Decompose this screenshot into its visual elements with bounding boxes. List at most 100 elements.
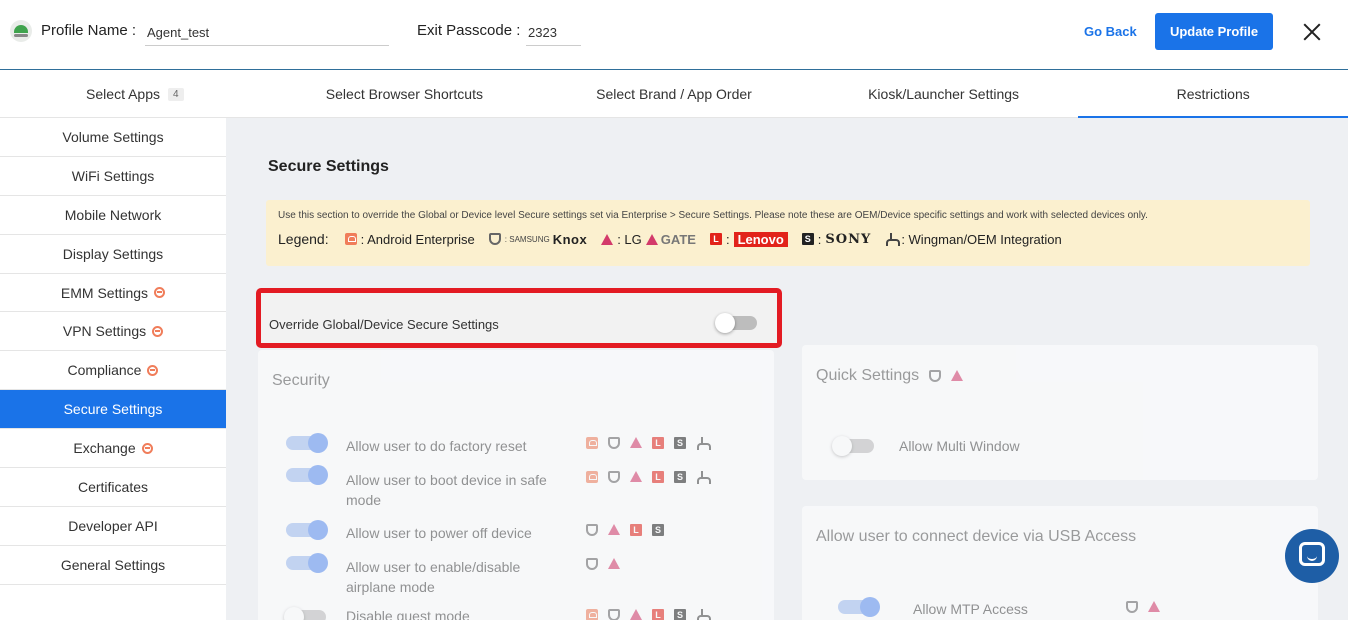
- lg-gate-icon: [601, 233, 614, 245]
- header: Profile Name : Exit Passcode : Go Back U…: [0, 0, 1348, 70]
- sidebar-item-wifi-settings[interactable]: WiFi Settings: [0, 157, 226, 196]
- lenovo-icon: L: [709, 233, 722, 245]
- legend-label: Legend:: [278, 231, 329, 247]
- lenovo-icon: L: [652, 608, 664, 620]
- multi-window-toggle[interactable]: [832, 436, 874, 456]
- sidebar-item-certificates[interactable]: Certificates: [0, 468, 226, 507]
- knox-shield-icon: [608, 436, 620, 449]
- chat-support-button[interactable]: [1285, 529, 1339, 583]
- android-enterprise-icon: [586, 608, 598, 620]
- lenovo-icon: L: [652, 436, 664, 449]
- knox-shield-icon: [929, 369, 942, 382]
- usb-access-card: Allow user to connect device via USB Acc…: [802, 506, 1318, 620]
- lg-gate-icon: [645, 233, 658, 245]
- android-enterprise-icon: [344, 233, 357, 245]
- profile-name-input[interactable]: [145, 20, 389, 46]
- safe-mode-label: Allow user to boot device in safe mode: [346, 472, 547, 508]
- tab-bar: Select Apps 4 Select Browser Shortcuts Se…: [0, 70, 1348, 119]
- sidebar: Volume Settings WiFi Settings Mobile Net…: [0, 118, 226, 620]
- mtp-access-oem-icons: [1126, 598, 1170, 616]
- sidebar-item-secure-settings[interactable]: Secure Settings: [0, 390, 226, 430]
- factory-reset-label: Allow user to do factory reset: [346, 438, 527, 454]
- sidebar-item-mobile-network[interactable]: Mobile Network: [0, 196, 226, 235]
- lg-gate-icon: [951, 370, 964, 382]
- sony-icon: S: [652, 523, 664, 536]
- tab-kiosk-launcher-settings[interactable]: Kiosk/Launcher Settings: [809, 70, 1079, 118]
- mtp-access-label: Allow MTP Access: [913, 601, 1028, 617]
- override-setting-box: Override Global/Device Secure Settings: [256, 288, 782, 348]
- sony-icon: S: [674, 608, 686, 620]
- tab-select-brand-app-order[interactable]: Select Brand / App Order: [539, 70, 809, 118]
- lg-gate-icon: [608, 524, 620, 536]
- power-off-oem-icons: LS: [586, 521, 674, 539]
- sidebar-item-display-settings[interactable]: Display Settings: [0, 235, 226, 274]
- factory-reset-toggle[interactable]: [286, 433, 328, 453]
- legend-knox: : SAMSUNG Knox: [488, 232, 587, 247]
- airplane-mode-oem-icons: [586, 555, 630, 573]
- sony-icon: S: [674, 470, 686, 483]
- mtp-access-toggle[interactable]: [838, 597, 880, 617]
- close-icon[interactable]: [1300, 20, 1324, 44]
- android-enterprise-icon: [152, 325, 164, 337]
- lg-gate-icon: [630, 437, 642, 449]
- legend-sony: S: SONY: [801, 232, 872, 247]
- security-card: Security Allow user to do factory reset …: [258, 350, 774, 620]
- quick-settings-title: Quick Settings: [816, 367, 973, 385]
- factory-reset-oem-icons: LS: [586, 434, 718, 452]
- exit-passcode-input[interactable]: [526, 20, 581, 46]
- guest-mode-toggle[interactable]: [284, 607, 326, 620]
- sidebar-item-developer-api[interactable]: Developer API: [0, 507, 226, 546]
- lenovo-icon: L: [652, 470, 664, 483]
- update-profile-button[interactable]: Update Profile: [1155, 13, 1273, 50]
- android-enterprise-icon: [586, 470, 598, 483]
- notice-text: Use this section to override the Global …: [278, 210, 1148, 221]
- tab-select-browser-shortcuts[interactable]: Select Browser Shortcuts: [270, 70, 540, 118]
- airplane-mode-label: Allow user to enable/disable airplane mo…: [346, 559, 521, 595]
- android-enterprise-icon: [147, 364, 159, 376]
- usb-access-title: Allow user to connect device via USB Acc…: [816, 528, 1137, 545]
- sidebar-item-general-settings[interactable]: General Settings: [0, 546, 226, 585]
- lg-gate-icon: [1148, 601, 1160, 613]
- sidebar-item-volume-settings[interactable]: Volume Settings: [0, 118, 226, 157]
- app-count-badge: 4: [167, 87, 184, 101]
- sidebar-item-emm-settings[interactable]: EMM Settings: [0, 274, 226, 313]
- knox-shield-icon: [488, 233, 501, 245]
- safe-mode-oem-icons: LS: [586, 468, 718, 486]
- safe-mode-toggle[interactable]: [286, 465, 328, 485]
- main-content: Secure Settings Use this section to over…: [226, 118, 1348, 620]
- knox-shield-icon: [1126, 600, 1138, 613]
- legend: Legend: : Android Enterprise : SAMSUNG Kn…: [278, 231, 1298, 247]
- legend-lenovo: L: Lenovo: [709, 231, 788, 247]
- android-enterprise-icon: [154, 287, 166, 298]
- quick-settings-card: Quick Settings Allow Multi Window: [802, 345, 1318, 480]
- wingman-icon: [696, 608, 711, 620]
- legend-android-enterprise: : Android Enterprise: [344, 232, 475, 247]
- lg-gate-icon: [608, 558, 620, 570]
- lg-gate-icon: [630, 471, 642, 483]
- sony-icon: S: [801, 233, 814, 245]
- power-off-toggle[interactable]: [286, 520, 328, 540]
- android-enterprise-icon: [586, 436, 598, 449]
- legend-wingman: : Wingman/OEM Integration: [885, 232, 1062, 247]
- guest-mode-label: Disable guest mode: [346, 608, 470, 620]
- wingman-icon: [696, 436, 711, 450]
- tab-select-apps[interactable]: Select Apps 4: [0, 70, 270, 118]
- notice-banner: Use this section to override the Global …: [266, 200, 1310, 266]
- override-toggle[interactable]: [715, 313, 757, 333]
- legend-lg: : LG GATE: [601, 232, 696, 247]
- sidebar-item-compliance[interactable]: Compliance: [0, 351, 226, 391]
- go-back-link[interactable]: Go Back: [1084, 24, 1137, 39]
- knox-shield-icon: [608, 608, 620, 620]
- knox-shield-icon: [586, 557, 598, 570]
- exit-passcode-label: Exit Passcode :: [417, 22, 521, 39]
- sidebar-item-vpn-settings[interactable]: VPN Settings: [0, 312, 226, 352]
- lenovo-icon: L: [630, 523, 642, 536]
- android-enterprise-icon: [141, 442, 153, 454]
- sidebar-item-exchange[interactable]: Exchange: [0, 429, 226, 469]
- tab-restrictions[interactable]: Restrictions: [1078, 70, 1348, 119]
- guest-mode-oem-icons: LS: [586, 606, 718, 620]
- chat-icon: [1299, 542, 1325, 566]
- lg-gate-icon: [630, 609, 642, 620]
- knox-shield-icon: [586, 523, 598, 536]
- airplane-mode-toggle[interactable]: [286, 553, 328, 573]
